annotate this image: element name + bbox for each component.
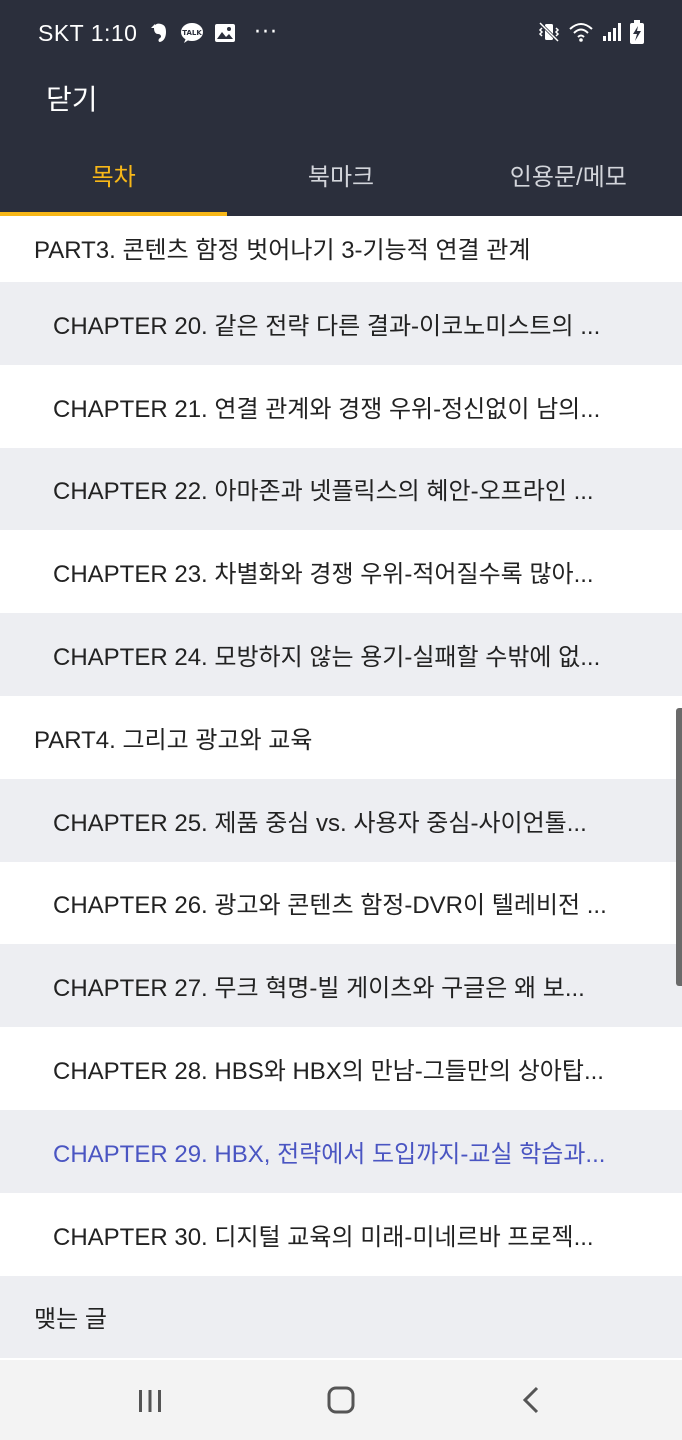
toc-item-label: PART3. 콘텐츠 함정 벗어나기 3-기능적 연결 관계 <box>34 237 531 264</box>
toc-chapter-item[interactable]: CHAPTER 30. 디지털 교육의 미래-미네르바 프로젝... <box>0 1193 682 1276</box>
svg-text:TALK: TALK <box>182 29 202 37</box>
home-icon[interactable] <box>321 1380 361 1420</box>
toc-chapter-item[interactable]: CHAPTER 25. 제품 중심 vs. 사용자 중심-사이언톨... <box>0 778 682 862</box>
battery-charging-icon <box>630 20 644 44</box>
signal-icon <box>603 23 621 41</box>
wifi-icon <box>569 23 593 42</box>
toc-item-label: CHAPTER 21. 연결 관계와 경쟁 우위-정신없이 남의... <box>53 395 601 423</box>
toc-item-label: CHAPTER 28. HBS와 HBX의 만남-그들만의 상아탑... <box>53 1058 604 1086</box>
tab-quotes-memo[interactable]: 인용문/메모 <box>455 140 682 216</box>
vibrate-mute-icon <box>538 21 560 43</box>
toc-chapter-item[interactable]: CHAPTER 20. 같은 전략 다른 결과-이코노미스트의 ... <box>0 282 682 365</box>
evernote-icon <box>151 23 166 42</box>
table-of-contents: PART3. 콘텐츠 함정 벗어나기 3-기능적 연결 관계 CHAPTER 2… <box>0 216 682 1360</box>
toc-item-label: CHAPTER 25. 제품 중심 vs. 사용자 중심-사이언톨... <box>53 809 587 837</box>
tab-toc[interactable]: 목차 <box>0 140 228 216</box>
toc-part-item[interactable]: PART3. 콘텐츠 함정 벗어나기 3-기능적 연결 관계 <box>0 216 682 282</box>
toc-chapter-item[interactable]: CHAPTER 26. 광고와 콘텐츠 함정-DVR이 텔레비전 ... <box>0 862 682 945</box>
toc-chapter-item[interactable]: CHAPTER 27. 무크 혁명-빌 게이츠와 구글은 왜 보... <box>0 944 682 1028</box>
toc-item-label: CHAPTER 26. 광고와 콘텐츠 함정-DVR이 텔레비전 ... <box>53 892 607 920</box>
toc-chapter-item[interactable]: CHAPTER 28. HBS와 HBX의 만남-그들만의 상아탑... <box>0 1027 682 1110</box>
toc-chapter-item[interactable]: CHAPTER 22. 아마존과 넷플릭스의 혜안-오프라인 ... <box>0 447 682 531</box>
toc-item-label: CHAPTER 24. 모방하지 않는 용기-실패할 수밖에 없... <box>53 644 601 672</box>
tab-bookmarks[interactable]: 북마크 <box>227 140 454 216</box>
toc-chapter-item[interactable]: CHAPTER 21. 연결 관계와 경쟁 우위-정신없이 남의... <box>0 365 682 448</box>
notification-icons: TALK ··· <box>150 20 278 45</box>
close-button[interactable]: 닫기 <box>46 78 98 118</box>
tab-bar: 목차 북마크 인용문/메모 <box>0 140 682 216</box>
toc-item-label: CHAPTER 22. 아마존과 넷플릭스의 혜안-오프라인 ... <box>53 478 594 506</box>
back-icon[interactable] <box>512 1380 552 1420</box>
toc-item-label: CHAPTER 23. 차별화와 경쟁 우위-적어질수록 많아... <box>53 561 594 589</box>
toc-part-item[interactable]: 맺는 글 <box>0 1275 682 1359</box>
toc-chapter-item-current[interactable]: CHAPTER 29. HBX, 전략에서 도입까지-교실 학습과... <box>0 1109 682 1193</box>
status-bar: SKT 1:10 TALK ··· <box>0 0 682 70</box>
toc-part-item[interactable]: PART4. 그리고 광고와 교육 <box>0 696 682 779</box>
system-nav-bar <box>0 1360 682 1440</box>
app-header: SKT 1:10 TALK ··· 닫기 목차 북마크 인용문/메모 <box>0 0 682 216</box>
system-icons <box>538 20 644 44</box>
toc-item-label: CHAPTER 29. HBX, 전략에서 도입까지-교실 학습과... <box>53 1140 606 1168</box>
toc-chapter-item[interactable]: CHAPTER 23. 차별화와 경쟁 우위-적어질수록 많아... <box>0 530 682 613</box>
toc-item-label: PART4. 그리고 광고와 교육 <box>34 726 313 754</box>
scrollbar-thumb[interactable] <box>676 708 682 986</box>
toc-item-label: 맺는 글 <box>34 1306 107 1334</box>
toc-chapter-item[interactable]: CHAPTER 24. 모방하지 않는 용기-실패할 수밖에 없... <box>0 613 682 696</box>
toc-item-label: CHAPTER 27. 무크 혁명-빌 게이츠와 구글은 왜 보... <box>53 975 585 1003</box>
toc-item-label: CHAPTER 30. 디지털 교육의 미래-미네르바 프로젝... <box>53 1223 594 1251</box>
toc-item-label: CHAPTER 20. 같은 전략 다른 결과-이코노미스트의 ... <box>53 312 601 340</box>
kakaotalk-icon: TALK <box>181 22 203 43</box>
image-icon <box>215 23 235 42</box>
carrier-time: SKT 1:10 <box>38 20 138 46</box>
recent-apps-icon[interactable] <box>130 1380 170 1420</box>
more-dots-icon: ··· <box>254 20 278 45</box>
